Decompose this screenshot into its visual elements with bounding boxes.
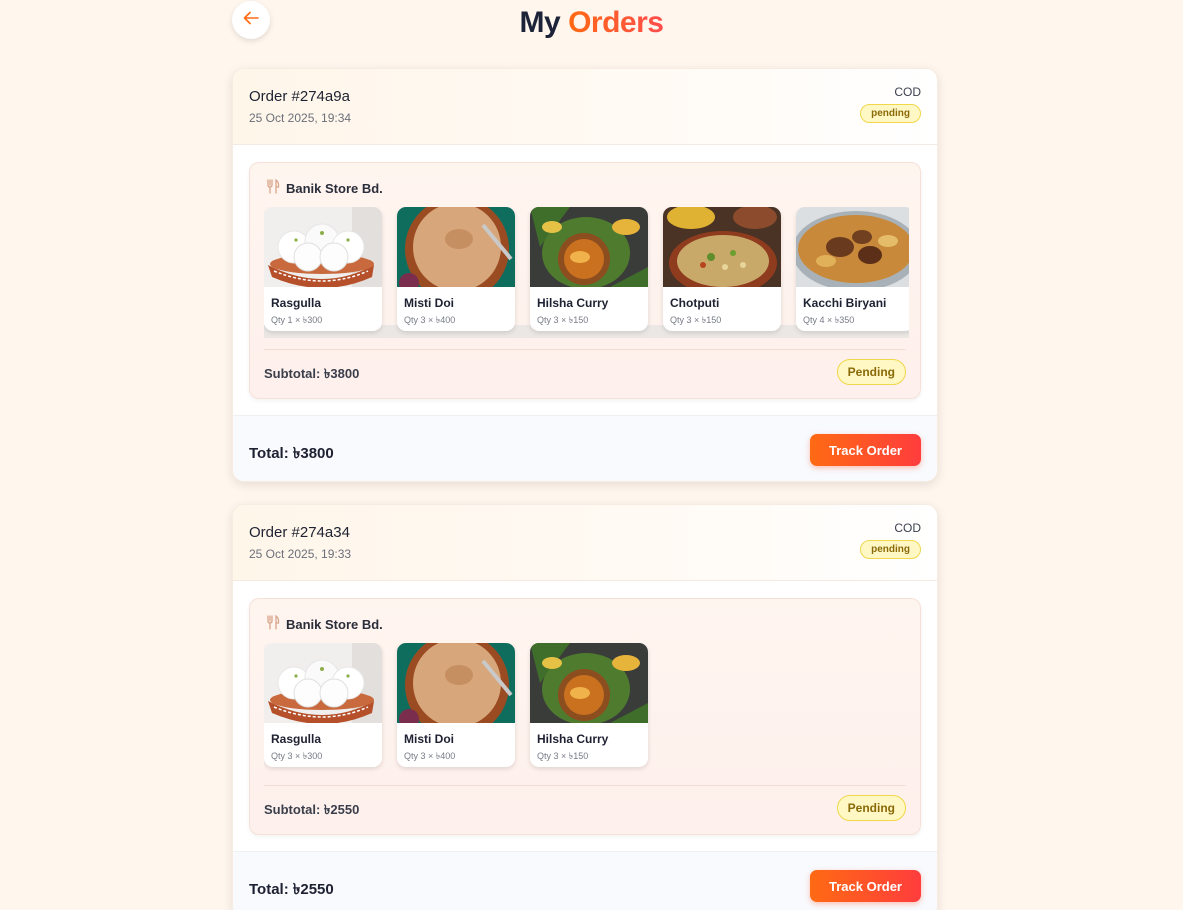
subtotal: Subtotal: ৳2550 <box>264 802 360 817</box>
item-name: Rasgulla <box>271 296 322 310</box>
item-card[interactable]: Hilsha Curry Qty 3 × ৳150 <box>530 207 648 331</box>
item-qty: Qty 1 × ৳300 <box>271 315 323 325</box>
order-id: Order #274a34 <box>249 524 350 541</box>
item-name: Hilsha Curry <box>537 296 609 310</box>
food-image-hilsha-curry <box>530 643 648 723</box>
order-footer: Total: ৳2550 Track Order <box>233 851 937 910</box>
item-card[interactable]: Kacchi Biryani Qty 4 × ৳350 <box>796 207 909 331</box>
cutlery-icon <box>266 614 280 633</box>
item-qty: Qty 4 × ৳350 <box>803 315 855 325</box>
store-name: Banik Store Bd. <box>286 180 383 196</box>
order-header: Order #274a9a 25 Oct 2025, 19:34 COD pen… <box>233 69 937 145</box>
item-card[interactable]: Misti Doi Qty 3 × ৳400 <box>397 643 515 767</box>
item-card[interactable]: Misti Doi Qty 3 × ৳400 <box>397 207 515 331</box>
item-qty: Qty 3 × ৳400 <box>404 315 456 325</box>
order-status-badge: pending <box>860 104 921 123</box>
item-qty: Qty 3 × ৳150 <box>670 315 722 325</box>
food-image-misti-doi <box>397 643 515 723</box>
item-card[interactable]: Rasgulla Qty 1 × ৳300 <box>264 207 382 331</box>
item-qty: Qty 3 × ৳150 <box>537 751 589 761</box>
order-footer: Total: ৳3800 Track Order <box>233 415 937 481</box>
order-total: Total: ৳2550 <box>249 881 334 898</box>
order-card: Order #274a9a 25 Oct 2025, 19:34 COD pen… <box>232 68 938 482</box>
order-id: Order #274a9a <box>249 88 350 105</box>
track-order-button[interactable]: Track Order <box>810 870 921 902</box>
item-name: Misti Doi <box>404 732 454 746</box>
item-card[interactable]: Hilsha Curry Qty 3 × ৳150 <box>530 643 648 767</box>
divider <box>264 349 906 350</box>
food-image-rasgulla <box>264 643 382 723</box>
food-image-rasgulla <box>264 207 382 287</box>
food-image-hilsha-curry <box>530 207 648 287</box>
page-title-part2: Orders <box>568 6 664 39</box>
food-image-misti-doi <box>397 207 515 287</box>
item-qty: Qty 3 × ৳300 <box>271 751 323 761</box>
page-title-part1: My <box>519 6 561 39</box>
item-name: Rasgulla <box>271 732 322 746</box>
food-image-chotputi <box>663 207 781 287</box>
divider <box>264 785 906 786</box>
store-section: Banik Store Bd. Rasgulla Qty 1 × ৳300 Mi… <box>249 162 921 399</box>
items-scroller[interactable]: Rasgulla Qty 3 × ৳300 Misti Doi Qty 3 × … <box>264 643 909 774</box>
item-card[interactable]: Rasgulla Qty 3 × ৳300 <box>264 643 382 767</box>
items-scroller[interactable]: Rasgulla Qty 1 × ৳300 Misti Doi Qty 3 × … <box>264 207 909 338</box>
item-card[interactable]: Chotputi Qty 3 × ৳150 <box>663 207 781 331</box>
order-list: Order #274a9a 25 Oct 2025, 19:34 COD pen… <box>232 68 938 910</box>
subtotal: Subtotal: ৳3800 <box>264 366 360 381</box>
food-image-kacchi-biryani <box>796 207 909 287</box>
item-name: Misti Doi <box>404 296 454 310</box>
store-status-badge: Pending <box>836 359 906 385</box>
store-status-badge: Pending <box>836 795 906 821</box>
order-card: Order #274a34 25 Oct 2025, 19:33 COD pen… <box>232 504 938 910</box>
page-title: My Orders <box>0 6 1183 40</box>
order-status-badge: pending <box>860 540 921 559</box>
item-name: Chotputi <box>670 296 720 310</box>
order-total: Total: ৳3800 <box>249 445 334 462</box>
payment-method: COD <box>894 85 921 99</box>
cutlery-icon <box>266 178 280 197</box>
payment-method: COD <box>894 521 921 535</box>
store-section: Banik Store Bd. Rasgulla Qty 3 × ৳300 Mi… <box>249 598 921 835</box>
order-header: Order #274a34 25 Oct 2025, 19:33 COD pen… <box>233 505 937 581</box>
item-name: Kacchi Biryani <box>803 296 887 310</box>
item-name: Hilsha Curry <box>537 732 609 746</box>
order-date: 25 Oct 2025, 19:34 <box>249 111 352 125</box>
store-name: Banik Store Bd. <box>286 616 383 632</box>
item-qty: Qty 3 × ৳400 <box>404 751 456 761</box>
order-date: 25 Oct 2025, 19:33 <box>249 547 352 561</box>
track-order-button[interactable]: Track Order <box>810 434 921 466</box>
item-qty: Qty 3 × ৳150 <box>537 315 589 325</box>
